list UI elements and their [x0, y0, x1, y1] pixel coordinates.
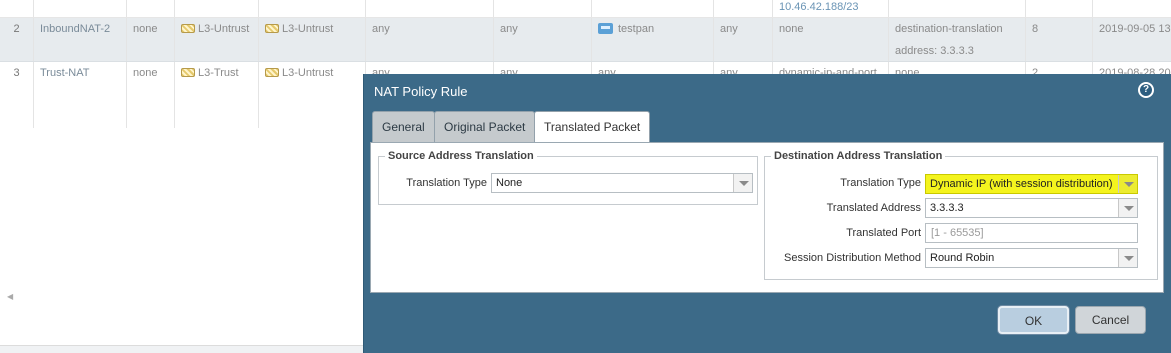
cell [259, 0, 366, 17]
rule-name[interactable]: Trust-NAT [34, 62, 127, 128]
rule-name[interactable]: InboundNAT-2 [34, 18, 127, 61]
service-cell: testpan [592, 18, 714, 61]
translated-destination-address: address: 3.3.3.3 [895, 45, 974, 57]
tab-original-packet[interactable]: Original Packet [434, 111, 536, 142]
row-number: 2 [0, 18, 34, 61]
translated-source: none [773, 18, 889, 61]
nat-policy-rule-dialog: NAT Policy Rule ? General Original Packe… [363, 74, 1171, 353]
translated-destination-cell: 10.46.42.188/23 [773, 0, 889, 17]
service-icon [598, 23, 613, 34]
tab-translated-packet[interactable]: Translated Packet [534, 111, 651, 143]
chevron-down-icon[interactable] [733, 174, 752, 192]
cell [127, 0, 175, 17]
rule-tags: none [127, 18, 175, 61]
session-distribution-label: Session Distribution Method [784, 252, 921, 264]
zone-icon [265, 68, 279, 77]
cell [0, 0, 34, 17]
cell [714, 0, 773, 17]
cell [366, 0, 494, 17]
translated-address-select[interactable]: 3.3.3.3 [925, 198, 1138, 218]
translated-destination-type: destination-translation [895, 23, 1003, 35]
modified-date: 2019-09-05 13 [1099, 23, 1171, 35]
translated-address-value: 3.3.3.3 [930, 202, 964, 214]
session-distribution-value: Round Robin [930, 252, 995, 264]
destination-zone-cell: L3-Untrust [259, 18, 366, 61]
cell [889, 0, 1026, 17]
rule-tags: none [127, 62, 175, 128]
destination-translation-type-select[interactable]: Dynamic IP (with session distribution) [925, 174, 1138, 194]
destination-translation-type-value: Dynamic IP (with session distribution) [930, 178, 1113, 190]
table-row[interactable]: 2 InboundNAT-2 none L3-Untrust L3-Untrus… [0, 18, 1171, 62]
source-translation-type-value: None [496, 177, 523, 189]
destination-translation-type-label: Translation Type [840, 177, 921, 189]
source-translation-legend: Source Address Translation [388, 150, 534, 162]
table-row[interactable]: 10.46.42.188/23 [0, 0, 1171, 18]
cell [1026, 0, 1093, 17]
translated-address-label: Translated Address [826, 202, 921, 214]
zone-icon [265, 24, 279, 33]
destination-zone-cell: L3-Untrust [259, 62, 366, 128]
destination-zone: L3-Untrust [282, 67, 334, 79]
chevron-down-icon[interactable] [1118, 249, 1137, 267]
hit-count: 8 [1026, 18, 1093, 61]
cancel-button[interactable]: Cancel [1075, 306, 1146, 334]
cell [494, 0, 592, 17]
source-translation-type-label: Translation Type [406, 177, 487, 189]
destination-address: any [494, 18, 592, 61]
source-address: any [366, 18, 494, 61]
ok-button[interactable]: OK [998, 306, 1069, 334]
zone-icon [181, 24, 195, 33]
dialog-title: NAT Policy Rule [374, 84, 468, 99]
chevron-down-icon[interactable] [1118, 199, 1137, 217]
help-icon[interactable]: ? [1138, 82, 1154, 98]
table-footer [0, 345, 363, 353]
chevron-down-icon[interactable] [1118, 175, 1137, 193]
zone-icon [181, 68, 195, 77]
destination-zone: L3-Untrust [282, 23, 334, 35]
source-zone: L3-Trust [198, 67, 239, 79]
cell [175, 0, 259, 17]
source-zone: L3-Untrust [198, 23, 250, 35]
resize-handle-icon[interactable]: ◀ [7, 292, 13, 301]
cell [592, 0, 714, 17]
translated-destination: destination-translation address: 3.3.3.3 [889, 18, 1026, 61]
session-distribution-select[interactable]: Round Robin [925, 248, 1138, 268]
source-zone-cell: L3-Untrust [175, 18, 259, 61]
row-number: 3 [0, 62, 34, 128]
tab-general[interactable]: General [372, 111, 435, 142]
translated-port-label: Translated Port [846, 227, 921, 239]
destination-interface: any [714, 18, 773, 61]
cell [34, 0, 127, 17]
service: testpan [618, 23, 655, 35]
source-translation-type-select[interactable]: None [491, 173, 753, 193]
translated-packet-panel: Source Address Translation Translation T… [370, 142, 1164, 293]
cell [1093, 0, 1171, 17]
source-zone-cell: L3-Trust [175, 62, 259, 128]
translated-port-input[interactable]: [1 - 65535] [925, 223, 1138, 243]
destination-translation-legend: Destination Address Translation [774, 150, 943, 162]
